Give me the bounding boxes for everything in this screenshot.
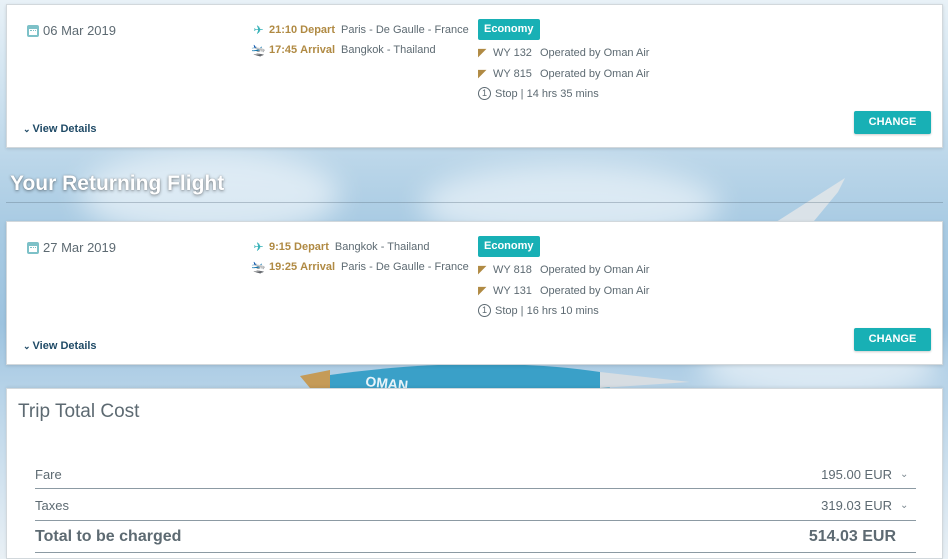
landing-icon: 🛬 xyxy=(251,43,266,57)
stop-info: 1 Stop | 14 hrs 35 mins xyxy=(478,87,599,100)
depart-time: 9:15 xyxy=(269,241,292,253)
landing-icon: 🛬 xyxy=(251,260,266,274)
arrival-leg: 🛬 19:25 Arrival Paris - De Gaulle - Fran… xyxy=(251,260,469,274)
flight-segment: ◤ WY 131 Operated by Oman Air xyxy=(478,284,650,298)
date-text: 27 Mar 2019 xyxy=(43,240,116,255)
info-icon: 1 xyxy=(478,304,491,317)
depart-leg: ✈ 9:15 Depart Bangkok - Thailand xyxy=(251,240,429,254)
view-details-link[interactable]: ⌄ View Details xyxy=(23,123,97,135)
fare-row[interactable]: Fare 195.00 EUR ⌄ xyxy=(35,461,916,489)
taxes-label: Taxes xyxy=(35,498,69,513)
operator: Operated by Oman Air xyxy=(540,284,650,297)
returning-flight-heading: Your Returning Flight xyxy=(10,172,225,195)
divider xyxy=(6,202,943,203)
flight-segment: ◤ WY 132 Operated by Oman Air xyxy=(478,46,650,60)
calendar-icon xyxy=(27,241,39,254)
depart-place: Bangkok - Thailand xyxy=(334,241,430,253)
flight-number: WY 131 xyxy=(493,284,532,297)
cost-title: Trip Total Cost xyxy=(18,401,140,422)
info-icon: 1 xyxy=(478,87,491,100)
taxes-amount: 319.03 EUR xyxy=(821,498,892,513)
flight-segment: ◤ WY 815 Operated by Oman Air xyxy=(478,67,650,81)
arrival-place: Paris - De Gaulle - France xyxy=(341,261,469,273)
return-flight-card: 27 Mar 2019 ✈ 9:15 Depart Bangkok - Thai… xyxy=(6,221,943,365)
flight-number: WY 818 xyxy=(493,263,532,276)
flight-number: WY 815 xyxy=(493,67,532,80)
airline-tail-icon: ◤ xyxy=(478,264,487,276)
operator: Operated by Oman Air xyxy=(540,67,650,80)
outbound-flight-card: 06 Mar 2019 ✈ 21:10 Depart Paris - De Ga… xyxy=(6,4,943,148)
view-details-label: View Details xyxy=(32,340,97,352)
total-row: Total to be charged 514.03 EUR xyxy=(35,522,916,553)
flight-segment: ◤ WY 818 Operated by Oman Air xyxy=(478,263,650,277)
chevron-down-icon[interactable]: ⌄ xyxy=(900,469,912,480)
takeoff-icon: ✈ xyxy=(253,23,264,37)
arrival-place: Bangkok - Thailand xyxy=(341,44,436,56)
depart-label: Depart xyxy=(294,241,329,253)
total-amount-group: 514.03 EUR xyxy=(809,528,916,546)
total-amount: 514.03 EUR xyxy=(808,528,896,545)
airline-tail-icon: ◤ xyxy=(478,68,487,80)
depart-place: Paris - De Gaulle - France xyxy=(340,24,469,36)
taxes-amount-group: 319.03 EUR ⌄ xyxy=(821,498,916,513)
fare-amount-group: 195.00 EUR ⌄ xyxy=(821,467,916,482)
operator: Operated by Oman Air xyxy=(540,263,650,276)
trip-total-cost-panel: Trip Total Cost Fare 195.00 EUR ⌄ Taxes … xyxy=(6,388,943,559)
view-details-label: View Details xyxy=(32,123,97,135)
arrival-time: 19:25 xyxy=(269,261,298,273)
takeoff-icon: ✈ xyxy=(253,240,264,254)
fare-amount: 195.00 EUR xyxy=(821,467,892,482)
departure-date: 27 Mar 2019 xyxy=(27,240,116,255)
change-button[interactable]: CHANGE xyxy=(854,328,931,351)
stop-info: 1 Stop | 16 hrs 10 mins xyxy=(478,304,599,317)
taxes-row[interactable]: Taxes 319.03 EUR ⌄ xyxy=(35,491,916,521)
departure-date: 06 Mar 2019 xyxy=(27,23,116,38)
depart-time: 21:10 xyxy=(269,24,298,36)
change-button[interactable]: CHANGE xyxy=(854,111,931,134)
calendar-icon xyxy=(27,24,39,37)
stop-text: Stop | 14 hrs 35 mins xyxy=(495,87,599,100)
fare-label: Fare xyxy=(35,467,62,482)
operator: Operated by Oman Air xyxy=(540,46,650,59)
arrival-leg: 🛬 17:45 Arrival Bangkok - Thailand xyxy=(251,43,436,57)
depart-label: Depart xyxy=(300,24,335,36)
airline-tail-icon: ◤ xyxy=(478,285,487,297)
chevron-down-icon: ⌄ xyxy=(23,340,31,351)
total-label: Total to be charged xyxy=(35,528,182,545)
airline-tail-icon: ◤ xyxy=(478,47,487,59)
arrival-label: Arrival xyxy=(300,261,335,273)
chevron-down-icon: ⌄ xyxy=(23,123,31,134)
arrival-label: Arrival xyxy=(300,44,335,56)
view-details-link[interactable]: ⌄ View Details xyxy=(23,340,97,352)
stop-text: Stop | 16 hrs 10 mins xyxy=(495,304,599,317)
chevron-down-icon[interactable]: ⌄ xyxy=(900,500,912,511)
date-text: 06 Mar 2019 xyxy=(43,23,116,38)
cabin-class-badge: Economy xyxy=(478,236,540,257)
depart-leg: ✈ 21:10 Depart Paris - De Gaulle - Franc… xyxy=(251,23,469,37)
arrival-time: 17:45 xyxy=(269,44,298,56)
cabin-class-badge: Economy xyxy=(478,19,540,40)
flight-number: WY 132 xyxy=(493,46,532,59)
